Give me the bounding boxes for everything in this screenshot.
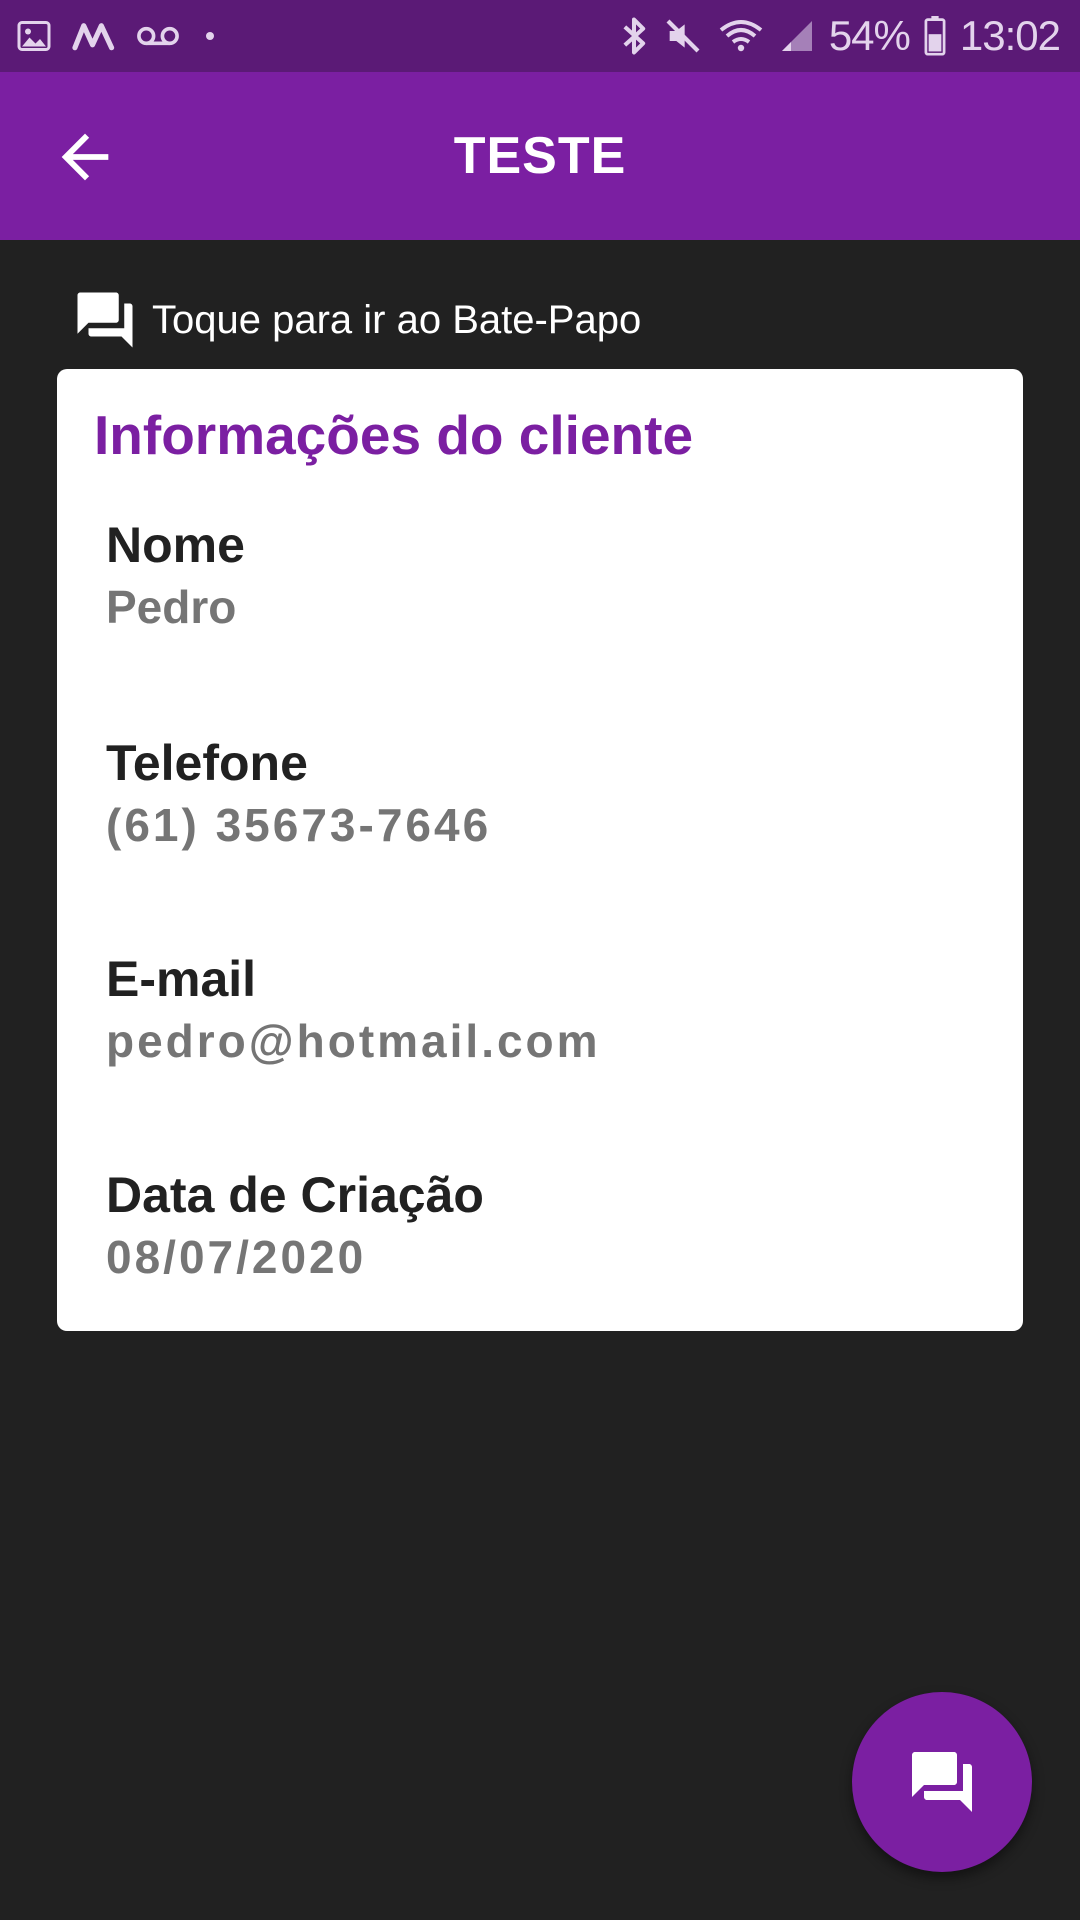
battery-percent: 54% bbox=[828, 12, 911, 59]
voicemail-icon bbox=[136, 24, 180, 48]
field-value: pedro@hotmail.com bbox=[106, 1015, 601, 1067]
clock: 13:02 bbox=[959, 12, 1061, 59]
status-bar-left bbox=[16, 0, 220, 72]
app-bar: TESTE bbox=[0, 72, 1080, 240]
carrier-m-icon bbox=[72, 21, 116, 51]
field-label: Data de Criação bbox=[106, 1167, 484, 1223]
field-email: E-mail pedro@hotmail.com bbox=[106, 951, 601, 1069]
arrow-back-icon bbox=[61, 133, 109, 181]
field-label: Nome bbox=[106, 517, 245, 573]
chat-link[interactable]: Toque para ir ao Bate-Papo bbox=[72, 288, 641, 352]
battery-icon bbox=[924, 16, 946, 56]
dot-icon bbox=[200, 26, 220, 46]
signal-icon bbox=[779, 18, 815, 54]
mute-icon bbox=[663, 16, 703, 56]
field-label: Telefone bbox=[106, 735, 308, 791]
status-bar-right: 54% 13:02 bbox=[619, 0, 1061, 72]
wifi-icon bbox=[717, 16, 765, 56]
field-name: Nome Pedro bbox=[106, 517, 245, 635]
field-value: 08/07/2020 bbox=[106, 1231, 367, 1283]
field-value: Pedro bbox=[106, 581, 237, 633]
client-info-card: Informações do cliente Nome Pedro Telefo… bbox=[57, 369, 1023, 1331]
chat-fab-button[interactable] bbox=[852, 1692, 1032, 1872]
gallery-icon bbox=[16, 18, 52, 54]
forum-icon bbox=[77, 292, 133, 348]
status-bar: 54% 13:02 bbox=[0, 0, 1080, 72]
page-title: TESTE bbox=[453, 127, 627, 185]
card-title: Informações do cliente bbox=[94, 404, 694, 466]
forum-icon bbox=[912, 1752, 972, 1812]
back-button[interactable] bbox=[50, 122, 120, 192]
field-phone: Telefone (61) 35673-7646 bbox=[106, 735, 491, 853]
field-created-date: Data de Criação 08/07/2020 bbox=[106, 1167, 484, 1285]
field-label: E-mail bbox=[106, 951, 257, 1007]
bluetooth-icon bbox=[619, 14, 649, 58]
chat-link-label: Toque para ir ao Bate-Papo bbox=[152, 297, 642, 342]
field-value: (61) 35673-7646 bbox=[106, 799, 492, 851]
